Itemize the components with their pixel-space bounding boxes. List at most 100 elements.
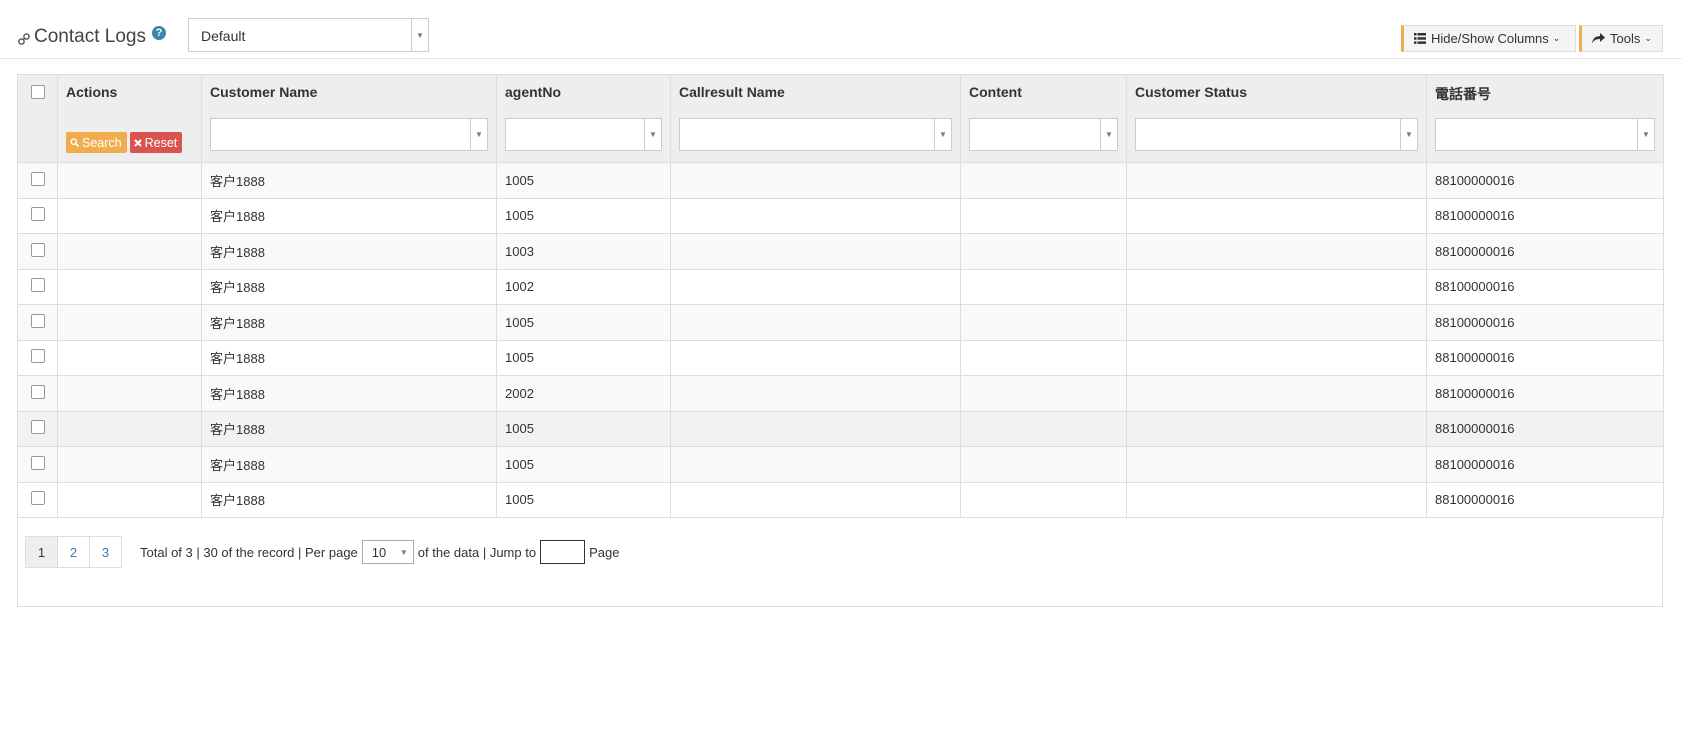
hide-show-columns-button[interactable]: Hide/Show Columns ⌄: [1401, 25, 1576, 52]
table-row[interactable]: 客户1888 1005 88100000016: [17, 162, 1664, 199]
customer-name-cell: 客户1888: [201, 481, 497, 518]
column-actions: Actions Search Reset: [57, 74, 202, 163]
customer-status-cell: [1126, 481, 1427, 518]
page-link-2[interactable]: 2: [57, 536, 90, 568]
list-icon: [1414, 33, 1426, 44]
search-button[interactable]: Search: [66, 132, 127, 153]
contact-logs-page: Contact Logs ? Default ▼ Hide/Show Colum…: [0, 0, 1682, 744]
customer-status-cell: [1126, 375, 1427, 412]
column-callresult-name: Callresult Name ▼: [670, 74, 961, 163]
customer-status-filter[interactable]: ▼: [1135, 118, 1418, 151]
actions-cell: [57, 446, 202, 483]
column-customer-status: Customer Status ▼: [1126, 74, 1427, 163]
content-cell: [960, 304, 1127, 341]
column-header-label: Customer Name: [210, 84, 318, 100]
customer-status-cell: [1126, 197, 1427, 234]
content-filter[interactable]: ▼: [969, 118, 1118, 151]
select-all-checkbox[interactable]: [31, 85, 45, 99]
customer-name-cell: 客户1888: [201, 233, 497, 270]
callresult-name-cell: [670, 197, 961, 234]
row-checkbox[interactable]: [31, 420, 45, 435]
row-checkbox[interactable]: [31, 455, 45, 470]
phone-number-cell: 88100000016: [1426, 197, 1664, 234]
customer-status-cell: [1126, 339, 1427, 376]
of-data-text: of the data | Jump to: [417, 544, 537, 560]
agent-no-cell: 1002: [496, 268, 671, 305]
help-icon[interactable]: ?: [151, 26, 166, 40]
page-links: 1 2 3: [25, 536, 122, 568]
per-page-value: 10: [371, 545, 387, 560]
chevron-down-icon: ▼: [934, 119, 951, 150]
callresult-name-cell: [670, 304, 961, 341]
actions-cell: [57, 162, 202, 199]
table-row[interactable]: 客户1888 2002 88100000016: [17, 375, 1664, 412]
customer-name-cell: 客户1888: [201, 446, 497, 483]
customer-name-cell: 客户1888: [201, 162, 497, 199]
row-select-cell: [17, 446, 58, 483]
customer-name-filter[interactable]: ▼: [210, 118, 488, 151]
table-row[interactable]: 客户1888 1005 88100000016: [17, 197, 1664, 234]
table-row[interactable]: 客户1888 1005 88100000016: [17, 339, 1664, 376]
row-checkbox[interactable]: [31, 278, 45, 293]
page-title: Contact Logs: [34, 26, 146, 47]
row-checkbox[interactable]: [31, 384, 45, 399]
row-checkbox[interactable]: [31, 171, 45, 186]
jump-to-page-input[interactable]: [540, 540, 586, 564]
chevron-down-icon: ▼: [470, 119, 487, 150]
contact-logs-table: Actions Search Reset Customer Name ▼ age…: [17, 74, 1664, 518]
chevron-down-icon: ⌄: [1552, 33, 1561, 43]
agent-no-cell: 1005: [496, 481, 671, 518]
table-row[interactable]: 客户1888 1003 88100000016: [17, 233, 1664, 270]
callresult-name-filter[interactable]: ▼: [679, 118, 952, 151]
row-select-cell: [17, 481, 58, 518]
callresult-name-cell: [670, 446, 961, 483]
select-all-header: [17, 74, 58, 163]
table-row[interactable]: 客户1888 1005 88100000016: [17, 410, 1664, 447]
row-checkbox[interactable]: [31, 349, 45, 364]
view-select-value: Default: [201, 28, 246, 44]
hide-show-columns-label: Hide/Show Columns: [1431, 31, 1549, 46]
table-row[interactable]: 客户1888 1002 88100000016: [17, 268, 1664, 305]
row-checkbox[interactable]: [31, 313, 45, 328]
column-header-label: Actions: [66, 84, 118, 100]
agent-no-cell: 2002: [496, 375, 671, 412]
phone-number-filter[interactable]: ▼: [1435, 118, 1655, 151]
customer-status-cell: [1126, 410, 1427, 447]
content-cell: [960, 197, 1127, 234]
customer-status-cell: [1126, 233, 1427, 270]
table-header-row: Actions Search Reset Customer Name ▼ age…: [17, 74, 1664, 163]
title-area: Contact Logs ?: [17, 24, 166, 50]
phone-number-cell: 88100000016: [1426, 481, 1664, 518]
customer-status-cell: [1126, 162, 1427, 199]
table-row[interactable]: 客户1888 1005 88100000016: [17, 304, 1664, 341]
agent-no-filter[interactable]: ▼: [505, 118, 662, 151]
chevron-down-icon: ▼: [644, 119, 661, 150]
agent-no-cell: 1005: [496, 162, 671, 199]
table-panel: Actions Search Reset Customer Name ▼ age…: [17, 74, 1664, 607]
page-header: Contact Logs ? Default ▼ Hide/Show Colum…: [0, 0, 1682, 59]
row-checkbox[interactable]: [31, 207, 45, 222]
per-page-select[interactable]: 10 ▼: [361, 540, 414, 564]
actions-cell: [57, 197, 202, 234]
link-icon: [18, 33, 30, 45]
page-link-1[interactable]: 1: [25, 536, 58, 568]
table-row[interactable]: 客户1888 1005 88100000016: [17, 481, 1664, 518]
chevron-down-icon: ▼: [399, 547, 408, 557]
phone-number-cell: 88100000016: [1426, 446, 1664, 483]
row-checkbox[interactable]: [31, 491, 45, 506]
table-row[interactable]: 客户1888 1005 88100000016: [17, 446, 1664, 483]
callresult-name-cell: [670, 481, 961, 518]
view-select[interactable]: Default ▼: [188, 18, 429, 52]
page-link-3[interactable]: 3: [89, 536, 122, 568]
column-header-label: 電話番号: [1435, 86, 1491, 102]
reset-button[interactable]: Reset: [129, 132, 183, 153]
agent-no-cell: 1005: [496, 304, 671, 341]
phone-number-cell: 88100000016: [1426, 233, 1664, 270]
callresult-name-cell: [670, 233, 961, 270]
row-checkbox[interactable]: [31, 242, 45, 257]
tools-button[interactable]: Tools ⌄: [1579, 25, 1663, 52]
callresult-name-cell: [670, 268, 961, 305]
pagination-info: Total of 3 | 30 of the record | Per page: [140, 544, 358, 560]
customer-status-cell: [1126, 268, 1427, 305]
agent-no-cell: 1005: [496, 446, 671, 483]
